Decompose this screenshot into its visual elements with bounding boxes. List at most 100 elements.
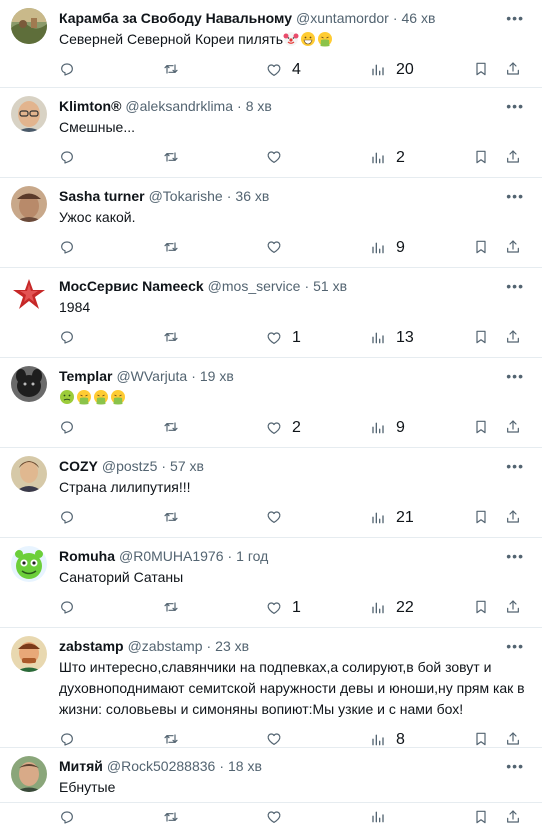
retweet-button[interactable] (163, 329, 189, 345)
avatar[interactable] (11, 636, 47, 672)
views-button[interactable]: 21 (370, 509, 414, 527)
reply-button[interactable] (59, 509, 85, 525)
reply-button[interactable] (59, 809, 85, 825)
bookmark-button[interactable] (473, 809, 489, 825)
reply-post[interactable]: ••• Romuha @R0MUHA1976 · 1 год Санаторий… (0, 538, 542, 628)
reply-button[interactable] (59, 599, 85, 615)
views-button[interactable]: 20 (370, 61, 414, 79)
views-button[interactable]: 13 (370, 329, 414, 347)
reply-button[interactable] (59, 149, 85, 165)
like-button[interactable]: 4 (266, 61, 301, 79)
more-icon[interactable]: ••• (506, 278, 524, 294)
author-name[interactable]: COZY (59, 457, 98, 475)
author-name[interactable]: Templar (59, 367, 112, 385)
bookmark-button[interactable] (473, 509, 489, 525)
more-icon[interactable]: ••• (506, 188, 524, 204)
more-icon[interactable]: ••• (506, 10, 524, 26)
bookmark-button[interactable] (473, 61, 489, 77)
more-icon[interactable]: ••• (506, 458, 524, 474)
views-button[interactable]: 2 (370, 149, 405, 167)
views-button[interactable]: 22 (370, 599, 414, 617)
post-time[interactable]: 8 хв (246, 97, 272, 115)
author-name[interactable]: zabstamp (59, 637, 124, 655)
avatar[interactable] (11, 456, 47, 492)
share-button[interactable] (505, 599, 521, 615)
retweet-button[interactable] (163, 599, 189, 615)
reply-button[interactable] (59, 239, 85, 255)
reply-post[interactable]: ••• Templar @WVarjuta · 19 хв 2 9 (0, 358, 542, 448)
like-button[interactable]: 1 (266, 329, 301, 347)
post-time[interactable]: 18 хв (228, 757, 262, 775)
reply-post[interactable]: ••• Sasha turner @Tokarishe · 36 хв Ужос… (0, 178, 542, 268)
post-time[interactable]: 19 хв (200, 367, 234, 385)
author-name[interactable]: Klimton® (59, 97, 121, 115)
like-button[interactable] (266, 149, 292, 165)
author-name[interactable]: Romuha (59, 547, 115, 565)
post-time[interactable]: 1 год (236, 547, 268, 565)
avatar[interactable] (11, 756, 47, 792)
more-icon[interactable]: ••• (506, 758, 524, 774)
share-button[interactable] (505, 61, 521, 77)
retweet-button[interactable] (163, 419, 189, 435)
views-button[interactable] (370, 809, 396, 825)
avatar[interactable] (11, 8, 47, 44)
like-button[interactable] (266, 731, 292, 747)
reply-post[interactable]: ••• Klimton® @aleksandrklima · 8 хв Смеш… (0, 88, 542, 178)
share-button[interactable] (505, 809, 521, 825)
author-handle[interactable]: @xuntamordor (296, 9, 389, 27)
bookmark-button[interactable] (473, 149, 489, 165)
share-button[interactable] (505, 149, 521, 165)
share-button[interactable] (505, 329, 521, 345)
like-button[interactable] (266, 809, 292, 825)
views-button[interactable]: 9 (370, 419, 405, 437)
author-name[interactable]: МосСервис Nameeck (59, 277, 204, 295)
views-button[interactable]: 9 (370, 239, 405, 257)
share-button[interactable] (505, 509, 521, 525)
post-time[interactable]: 46 хв (402, 9, 436, 27)
share-button[interactable] (505, 731, 521, 747)
reply-post[interactable]: ••• Карамба за Свободу Навальному @xunta… (0, 0, 542, 88)
post-time[interactable]: 23 хв (215, 637, 249, 655)
views-button[interactable]: 8 (370, 731, 405, 749)
like-button[interactable] (266, 509, 292, 525)
author-handle[interactable]: @aleksandrklima (125, 97, 233, 115)
author-handle[interactable]: @Tokarishe (149, 187, 223, 205)
bookmark-button[interactable] (473, 599, 489, 615)
retweet-button[interactable] (163, 239, 189, 255)
avatar[interactable] (11, 366, 47, 402)
more-icon[interactable]: ••• (506, 98, 524, 114)
more-icon[interactable]: ••• (506, 548, 524, 564)
share-button[interactable] (505, 419, 521, 435)
post-time[interactable]: 36 хв (235, 187, 269, 205)
bookmark-button[interactable] (473, 731, 489, 747)
bookmark-button[interactable] (473, 419, 489, 435)
reply-post[interactable]: ••• Митяй @Rock50288836 · 18 хв Ебнутые (0, 748, 542, 824)
reply-button[interactable] (59, 731, 85, 747)
retweet-button[interactable] (163, 509, 189, 525)
retweet-button[interactable] (163, 149, 189, 165)
avatar[interactable] (11, 96, 47, 132)
like-button[interactable]: 2 (266, 419, 301, 437)
avatar[interactable] (11, 186, 47, 222)
more-icon[interactable]: ••• (506, 368, 524, 384)
retweet-button[interactable] (163, 731, 189, 747)
author-handle[interactable]: @zabstamp (128, 637, 203, 655)
reply-button[interactable] (59, 61, 85, 77)
author-name[interactable]: Карамба за Свободу Навальному (59, 9, 292, 27)
post-time[interactable]: 57 хв (170, 457, 204, 475)
more-icon[interactable]: ••• (506, 638, 524, 654)
avatar[interactable] (11, 546, 47, 582)
post-time[interactable]: 51 хв (313, 277, 347, 295)
reply-post[interactable]: ••• zabstamp @zabstamp · 23 хв Што интер… (0, 628, 542, 748)
share-button[interactable] (505, 239, 521, 255)
retweet-button[interactable] (163, 809, 189, 825)
reply-button[interactable] (59, 329, 85, 345)
like-button[interactable]: 1 (266, 599, 301, 617)
bookmark-button[interactable] (473, 239, 489, 255)
author-handle[interactable]: @R0MUHA1976 (119, 547, 223, 565)
reply-post[interactable]: ••• COZY @postz5 · 57 хв Страна лилипути… (0, 448, 542, 538)
reply-post[interactable]: ••• МосСервис Nameeck @mos_service · 51 … (0, 268, 542, 358)
author-handle[interactable]: @mos_service (208, 277, 301, 295)
retweet-button[interactable] (163, 61, 189, 77)
author-name[interactable]: Sasha turner (59, 187, 145, 205)
